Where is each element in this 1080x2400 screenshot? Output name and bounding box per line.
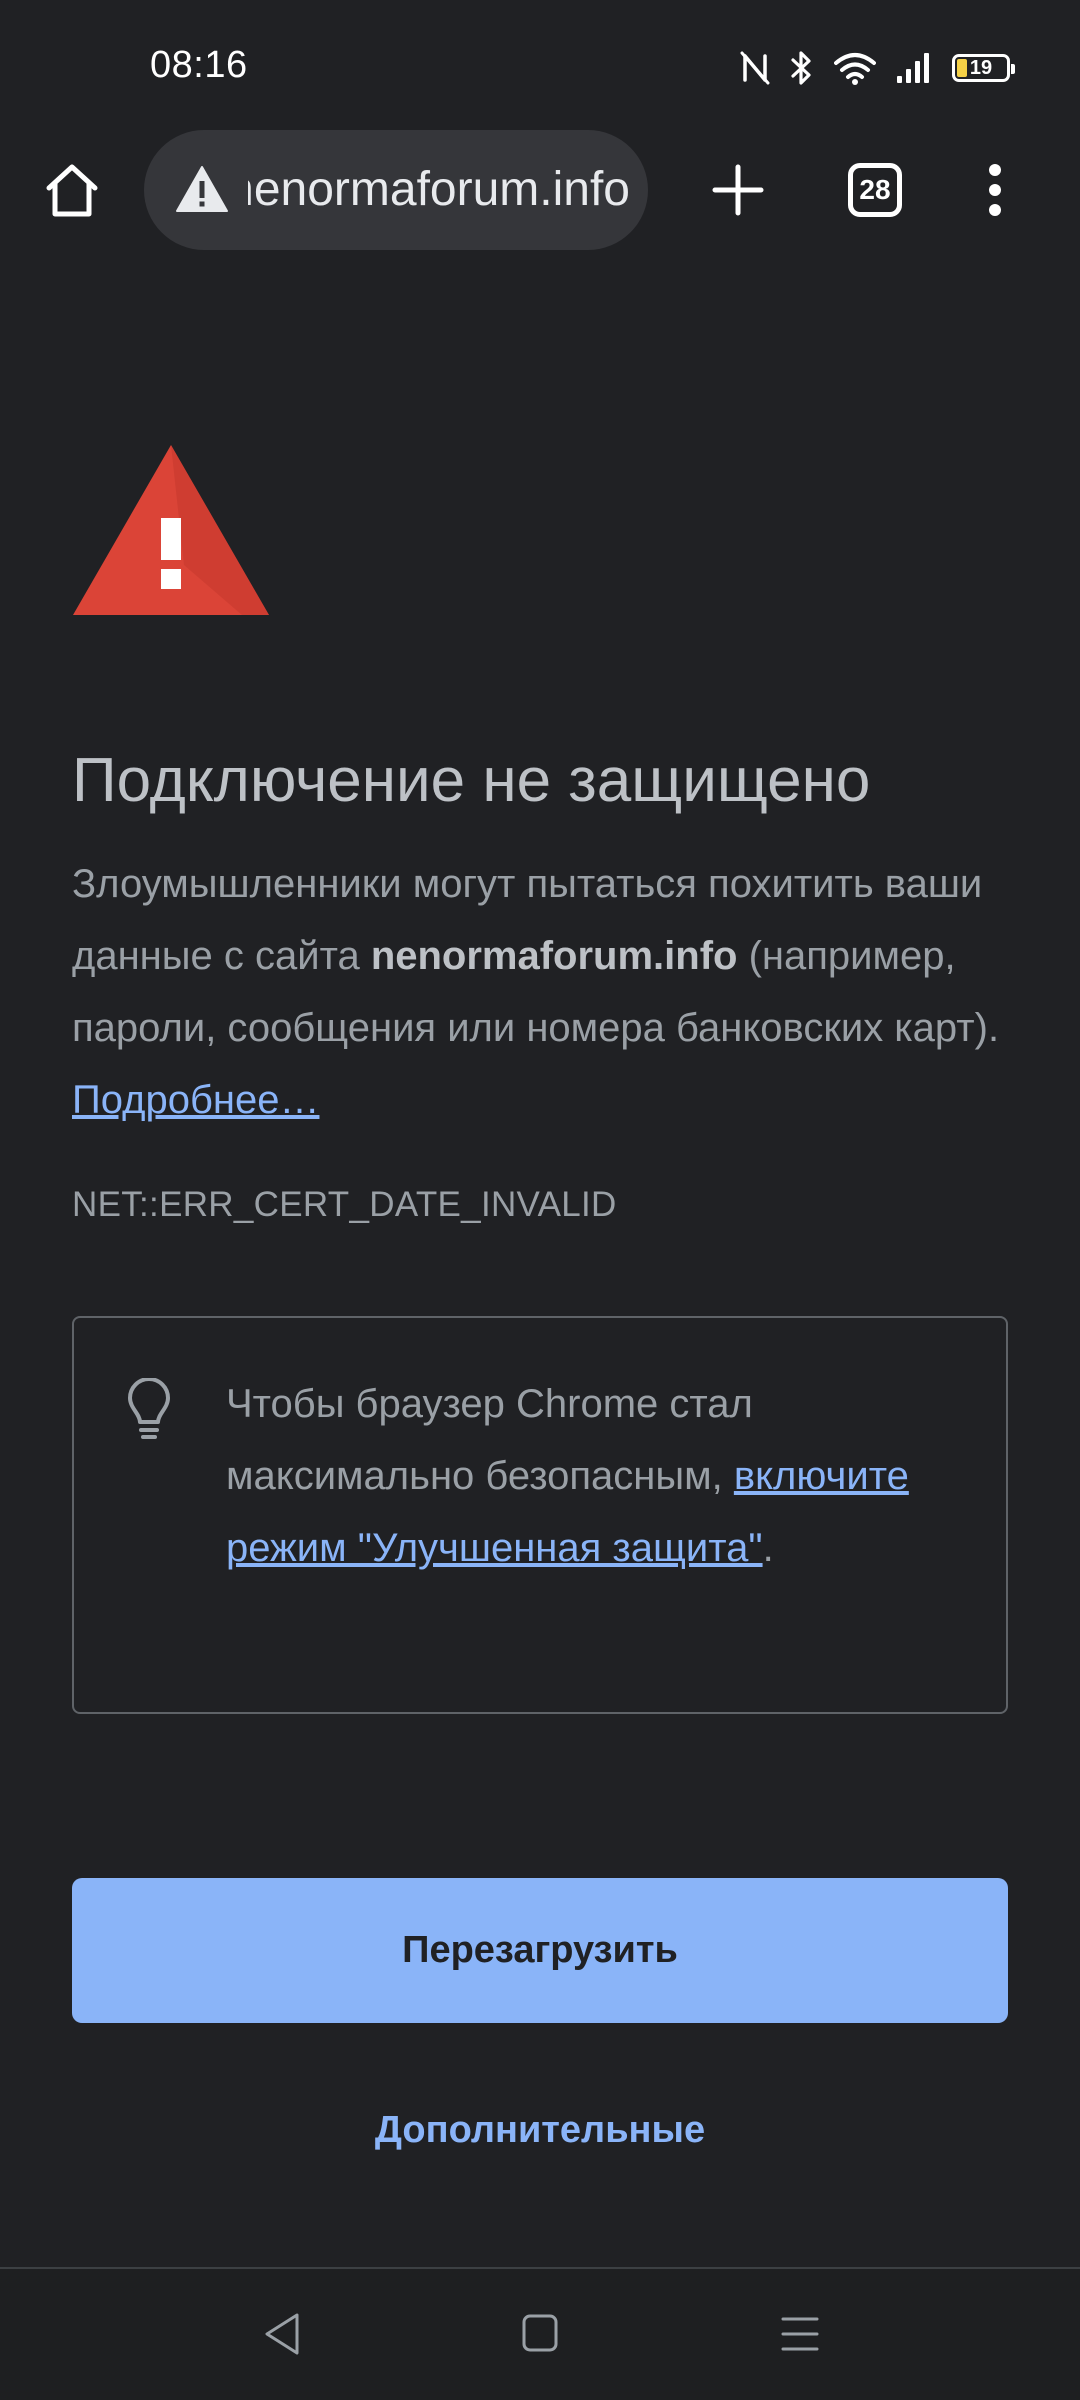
wifi-icon [834,51,876,85]
site-domain: nenormaforum.info [370,934,738,978]
status-bar: 08:16 19 [0,0,1080,130]
home-button[interactable] [42,160,102,220]
lightbulb-icon [126,1377,172,1442]
battery-icon: 19 [952,54,1015,82]
nfc-icon [740,51,770,85]
bluetooth-icon [790,50,814,86]
url-text[interactable]: nenormaforum.info [248,130,630,250]
learn-more-link[interactable]: Подробнее… [72,1078,319,1122]
back-icon[interactable] [262,2311,302,2357]
error-code: NET::ERR_CERT_DATE_INVALID [72,1185,617,1224]
warning-description: Злоумышленники могут пытаться похитить в… [72,848,1022,1136]
battery-level: 19 [969,57,993,79]
enhanced-protection-tip: Чтобы браузер Chrome стал максимально бе… [72,1316,1008,1714]
page-title: Подключение не защищено [72,746,871,815]
status-time: 08:16 [150,44,248,86]
tip-text: Чтобы браузер Chrome стал максимально бе… [226,1368,966,1584]
advanced-button[interactable]: Дополнительные [72,2100,1008,2160]
new-tab-button[interactable] [708,160,768,220]
browser-toolbar: nenormaforum.info 28 [0,130,1080,255]
more-vert-icon [989,164,1001,216]
tab-switcher-button[interactable]: 28 [848,163,902,217]
tab-count: 28 [859,174,891,205]
chrome-page: 08:16 19 nenormaforum.info 28 Подключени… [0,0,1080,2400]
warning-triangle-icon [72,443,270,617]
system-nav-bar [0,2269,1080,2400]
plus-icon [712,164,764,216]
address-bar[interactable]: nenormaforum.info [144,130,648,250]
not-secure-warning-icon[interactable] [174,162,230,218]
recents-menu-icon[interactable] [780,2314,820,2354]
home-icon [46,164,98,217]
more-menu-button[interactable] [980,160,1010,220]
battery-fill [957,59,967,77]
signal-icon [896,52,932,84]
tip-text-start: Чтобы браузер Chrome стал максимально бе… [226,1382,753,1498]
status-icons: 19 [740,48,1015,88]
reload-button[interactable]: Перезагрузить [72,1878,1008,2023]
home-square-icon[interactable] [522,2314,558,2352]
tip-text-end: . [762,1526,774,1570]
